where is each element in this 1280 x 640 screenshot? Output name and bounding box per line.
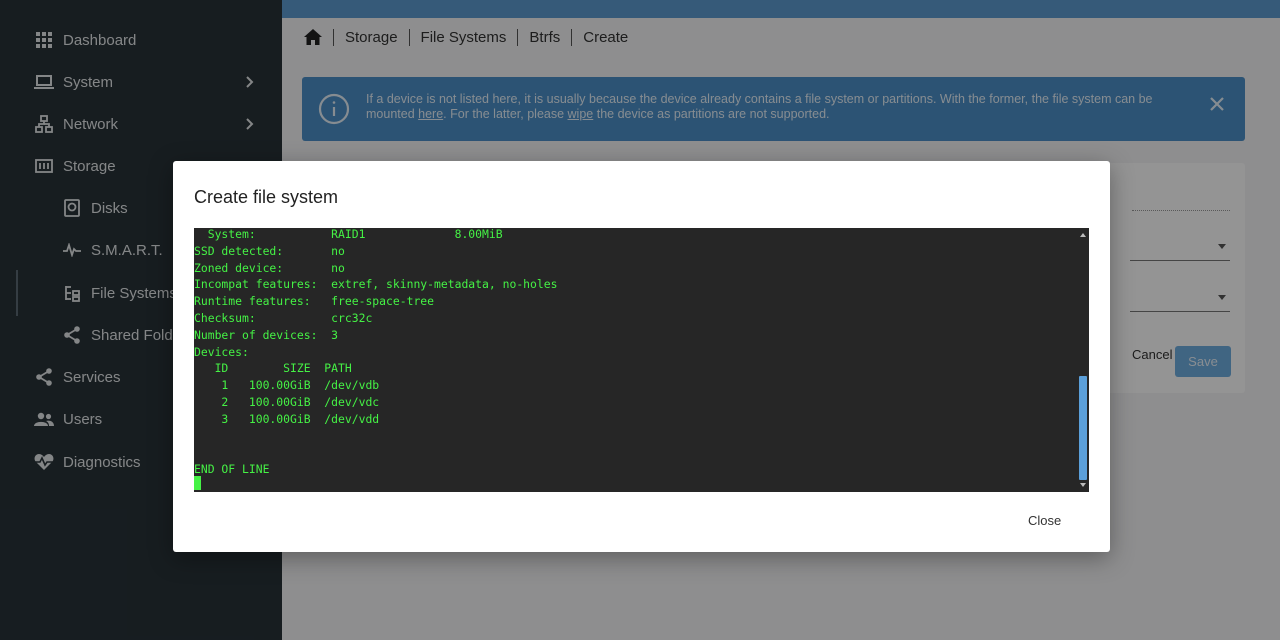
scroll-up-arrow-icon[interactable] [1080, 233, 1086, 237]
close-button[interactable]: Close [1028, 513, 1061, 528]
dialog-title: Create file system [194, 187, 339, 207]
scrollbar-thumb[interactable] [1079, 376, 1087, 480]
terminal-cursor [194, 476, 201, 490]
scroll-down-arrow-icon[interactable] [1080, 483, 1086, 487]
terminal-output[interactable]: System: RAID1 8.00MiB SSD detected: no Z… [194, 228, 1089, 492]
terminal-text: System: RAID1 8.00MiB SSD detected: no Z… [194, 228, 558, 477]
create-file-system-dialog: Create file system System: RAID1 8.00MiB… [173, 161, 1110, 552]
scrollbar[interactable] [1077, 228, 1089, 492]
